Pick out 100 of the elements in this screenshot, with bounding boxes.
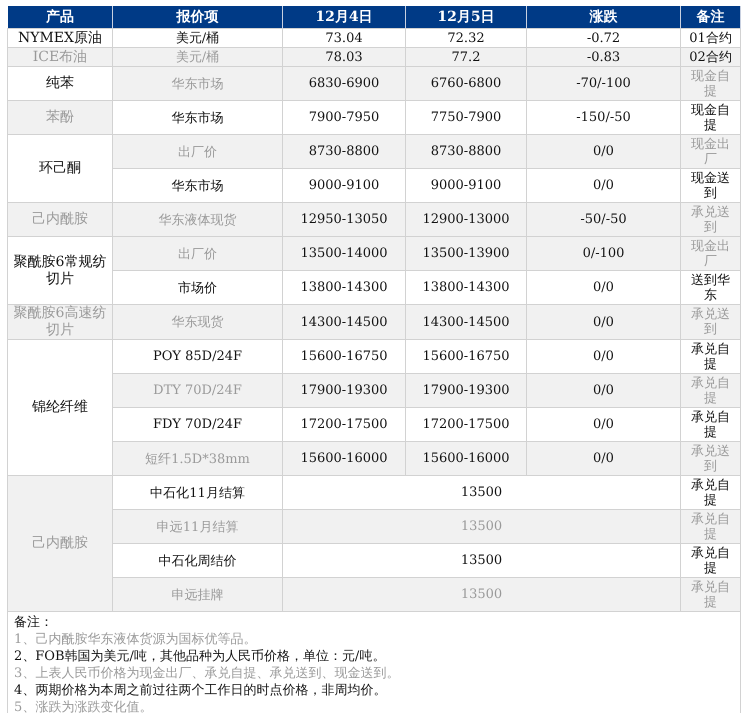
product-cell: 环己酮 — [8, 134, 112, 202]
product-cell: 纯苯 — [8, 66, 112, 100]
table-cell: 0/0 — [526, 134, 680, 168]
table-cell: -70/-100 — [526, 66, 680, 100]
table-cell: 美元/桶 — [112, 48, 282, 66]
table-cell: 承兑自提 — [680, 408, 740, 442]
column-header: 产品 — [8, 6, 112, 28]
table-cell: 承兑自提 — [680, 340, 740, 374]
column-header: 12月4日 — [282, 6, 406, 28]
table-cell: 15600-16000 — [282, 442, 406, 476]
table-cell: 9000-9100 — [282, 168, 406, 202]
column-header: 备注 — [680, 6, 740, 28]
table-cell: 承兑自提 — [680, 476, 740, 510]
table-cell: 13500-13900 — [406, 236, 526, 270]
table-cell: 01合约 — [680, 28, 740, 48]
notes-title: 备注： — [14, 614, 54, 631]
column-header: 涨跌 — [526, 6, 680, 28]
table-cell: 承兑自提 — [680, 374, 740, 408]
table-cell: 短纤1.5D*38mm — [112, 442, 282, 476]
table-cell: 承兑送到 — [680, 442, 740, 476]
table-cell: 现金自提 — [680, 66, 740, 100]
table-cell: 华东液体现货 — [112, 202, 282, 236]
table-cell: 承兑自提 — [680, 510, 740, 544]
table-cell: 中石化11月结算 — [112, 476, 282, 510]
table-cell: 17200-17500 — [406, 408, 526, 442]
note-line: 5、涨跌为涨跌变化值。 — [14, 699, 154, 713]
table-cell: 9000-9100 — [406, 168, 526, 202]
table-cell: 华东现货 — [112, 304, 282, 340]
table-cell: 承兑自提 — [680, 544, 740, 578]
product-cell: 聚酰胺6高速纺切片 — [8, 304, 112, 340]
table-cell: 8730-8800 — [282, 134, 406, 168]
table-cell: 送到华东 — [680, 270, 740, 304]
product-cell: 苯酚 — [8, 100, 112, 134]
column-header: 报价项 — [112, 6, 282, 28]
table-cell: -150/-50 — [526, 100, 680, 134]
table-cell: 73.04 — [282, 28, 406, 48]
table-cell: 15600-16750 — [406, 340, 526, 374]
table-cell: -0.72 — [526, 28, 680, 48]
table-cell: 13800-14300 — [282, 270, 406, 304]
table-cell: 市场价 — [112, 270, 282, 304]
table-cell: 出厂价 — [112, 134, 282, 168]
table-cell: 0/0 — [526, 270, 680, 304]
table-cell: 中石化周结价 — [112, 544, 282, 578]
table-cell: 13500 — [282, 476, 680, 510]
table-cell: 17900-19300 — [406, 374, 526, 408]
table-cell: 申远挂牌 — [112, 578, 282, 612]
table-cell: 78.03 — [282, 48, 406, 66]
table-cell: 17200-17500 — [282, 408, 406, 442]
table-cell: 12950-13050 — [282, 202, 406, 236]
table-cell: 7900-7950 — [282, 100, 406, 134]
table-cell: FDY 70D/24F — [112, 408, 282, 442]
table-cell: 华东市场 — [112, 168, 282, 202]
table-cell: 13500-14000 — [282, 236, 406, 270]
note-line: 4、两期价格为本周之前过往两个工作日的时点价格，非周均价。 — [14, 682, 388, 699]
table-cell: 13500 — [282, 510, 680, 544]
table-cell: 现金出厂 — [680, 236, 740, 270]
table-cell: 美元/桶 — [112, 28, 282, 48]
product-cell: 聚酰胺6常规纺切片 — [8, 236, 112, 304]
table-cell: 0/0 — [526, 374, 680, 408]
table-cell: 现金出厂 — [680, 134, 740, 168]
table-cell: 0/0 — [526, 168, 680, 202]
table-cell: 承兑送到 — [680, 202, 740, 236]
table-cell: 0/-100 — [526, 236, 680, 270]
table-cell: 72.32 — [406, 28, 526, 48]
table-cell: 15600-16750 — [282, 340, 406, 374]
table-cell: 华东市场 — [112, 100, 282, 134]
product-cell: 己内酰胺 — [8, 476, 112, 612]
table-cell: 6760-6800 — [406, 66, 526, 100]
note-line: 1、己内酰胺华东液体货源为国标优等品。 — [14, 631, 258, 648]
table-cell: 承兑自提 — [680, 578, 740, 612]
table-cell: 02合约 — [680, 48, 740, 66]
product-cell: ICE布油 — [8, 48, 112, 66]
table-cell: 现金送到 — [680, 168, 740, 202]
table-cell: 12900-13000 — [406, 202, 526, 236]
table-cell: -0.83 — [526, 48, 680, 66]
table-cell: 0/0 — [526, 340, 680, 374]
table-cell: 13500 — [282, 544, 680, 578]
table-cell: 华东市场 — [112, 66, 282, 100]
table-cell: 17900-19300 — [282, 374, 406, 408]
product-cell: NYMEX原油 — [8, 28, 112, 48]
table-cell: 13500 — [282, 578, 680, 612]
note-line: 3、上表人民币价格为现金出厂、承兑自提、承兑送到、现金送到。 — [14, 665, 400, 682]
column-header: 12月5日 — [406, 6, 526, 28]
table-cell: 承兑送到 — [680, 304, 740, 340]
table-cell: 8730-8800 — [406, 134, 526, 168]
table-cell: 15600-16000 — [406, 442, 526, 476]
product-cell: 锦纶纤维 — [8, 340, 112, 476]
table-cell: 0/0 — [526, 442, 680, 476]
table-cell: 申远11月结算 — [112, 510, 282, 544]
table-cell: POY 85D/24F — [112, 340, 282, 374]
table-cell: -50/-50 — [526, 202, 680, 236]
table-cell: 14300-14500 — [406, 304, 526, 340]
table-cell: 0/0 — [526, 304, 680, 340]
table-cell: 6830-6900 — [282, 66, 406, 100]
table-cell: DTY 70D/24F — [112, 374, 282, 408]
table-cell: 13800-14300 — [406, 270, 526, 304]
table-cell: 现金自提 — [680, 100, 740, 134]
table-cell: 出厂价 — [112, 236, 282, 270]
table-cell: 77.2 — [406, 48, 526, 66]
table-cell: 7750-7900 — [406, 100, 526, 134]
